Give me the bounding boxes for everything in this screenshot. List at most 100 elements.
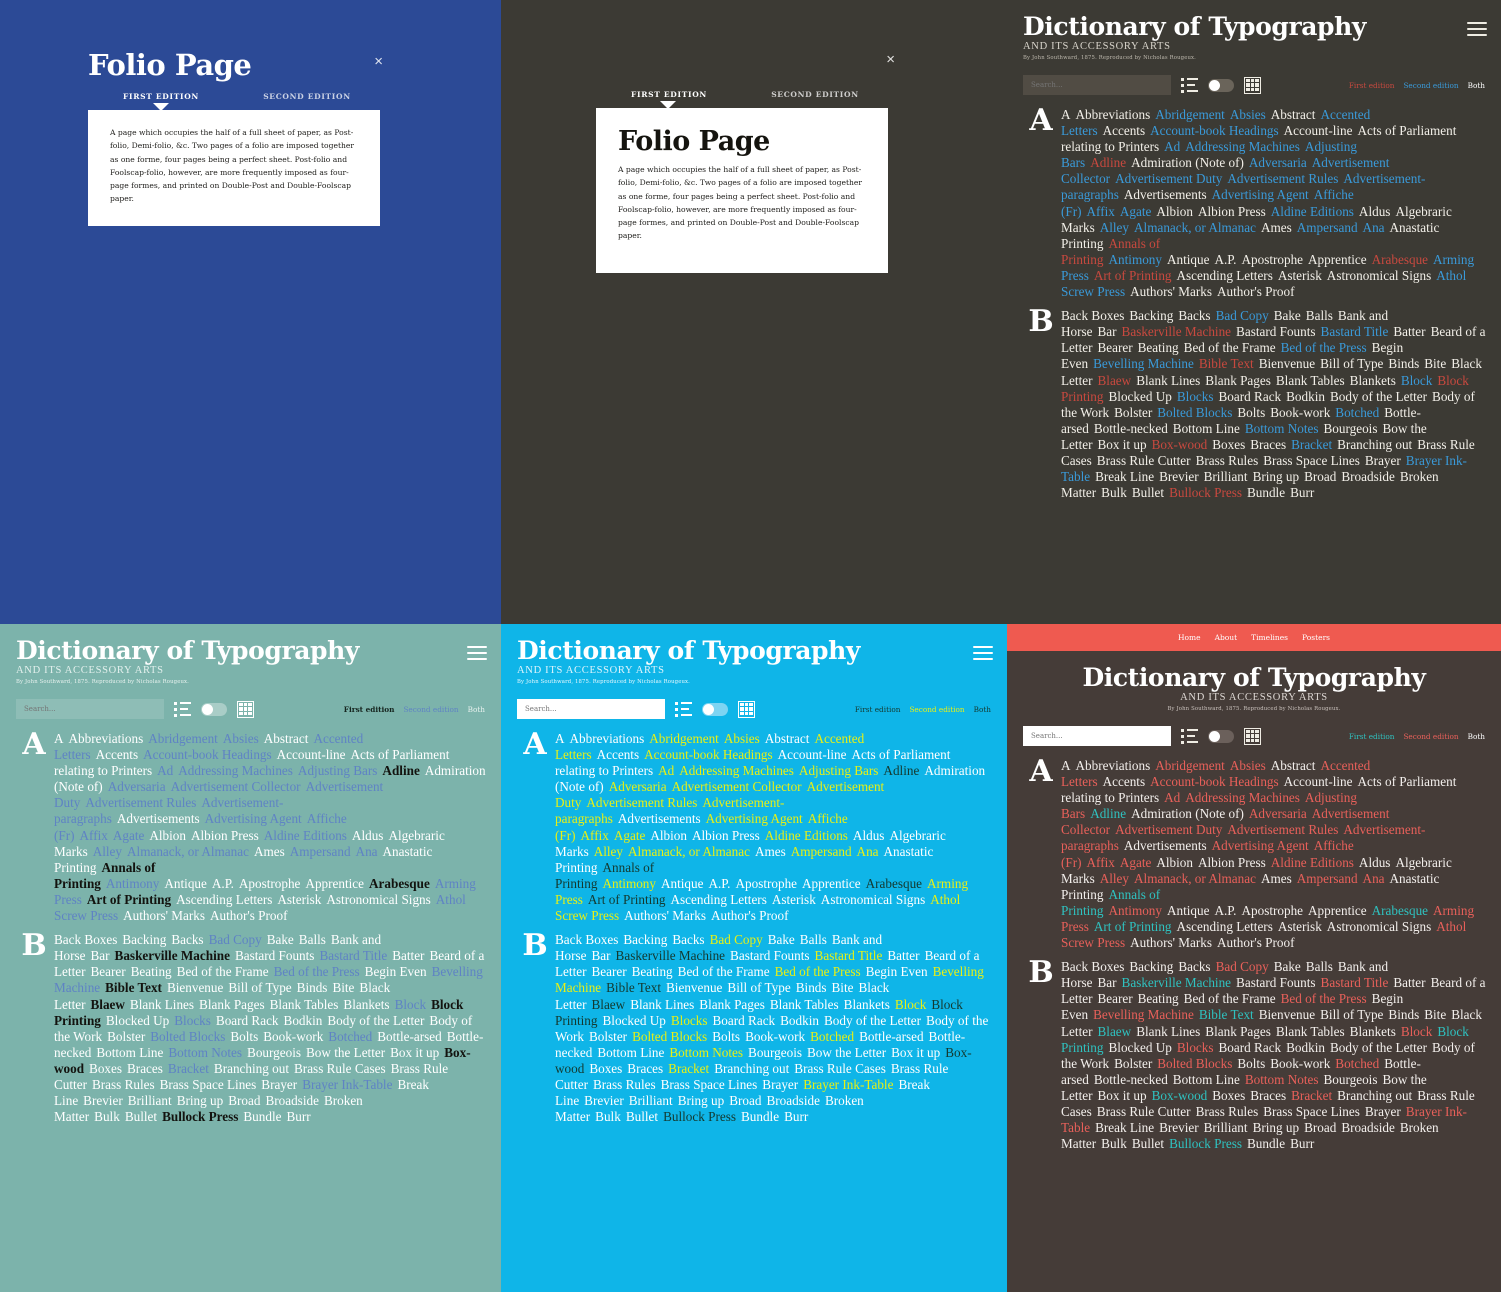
nav-item-timelines[interactable]: Timelines <box>1251 633 1288 642</box>
term-link[interactable]: Account-line <box>1284 774 1353 789</box>
term-link[interactable]: Art of Printing <box>1094 268 1172 283</box>
term-link[interactable]: Body of the Letter <box>327 1013 424 1028</box>
term-link[interactable]: Adversaria <box>1249 806 1307 821</box>
term-link[interactable]: Bundle <box>1247 485 1285 500</box>
term-link[interactable]: Bible Text <box>1199 356 1254 371</box>
term-link[interactable]: Bottle-arsed <box>859 1029 923 1044</box>
term-link[interactable]: Bodkin <box>284 1013 323 1028</box>
term-link[interactable]: Bodkin <box>1286 1040 1325 1055</box>
term-link[interactable]: Bar <box>91 948 110 963</box>
term-link[interactable]: Box it up <box>390 1045 439 1060</box>
term-link[interactable]: Bed of the Press <box>775 964 861 979</box>
term-link[interactable]: Blaew <box>1097 373 1131 388</box>
term-link[interactable]: Box it up <box>891 1045 940 1060</box>
view-toggle-switch[interactable] <box>1208 729 1234 743</box>
term-link[interactable]: Albion Press <box>1198 855 1266 870</box>
term-link[interactable]: Account-book Headings <box>1150 123 1279 138</box>
term-link[interactable]: Bearer <box>90 964 125 979</box>
term-link[interactable]: A <box>1061 107 1071 122</box>
term-link[interactable]: Brevier <box>1159 1120 1199 1135</box>
term-link[interactable]: Bullet <box>1132 1136 1164 1151</box>
term-link[interactable]: Abbreviations <box>69 731 144 746</box>
term-link[interactable]: Blank Lines <box>1136 373 1200 388</box>
term-link[interactable]: Beating <box>131 964 172 979</box>
term-link[interactable]: Affix <box>1087 204 1115 219</box>
term-link[interactable]: Astronomical Signs <box>1327 919 1431 934</box>
hamburger-icon[interactable] <box>467 646 487 664</box>
term-link[interactable]: Bracket <box>1291 437 1332 452</box>
term-link[interactable]: Apostrophe <box>1241 903 1303 918</box>
term-link[interactable]: Blank Tables <box>270 997 339 1012</box>
term-link[interactable]: Advertisements <box>1124 187 1207 202</box>
edition-both[interactable]: Both <box>1468 732 1485 741</box>
edition-second-edition[interactable]: Second edition <box>909 705 964 714</box>
term-link[interactable]: A.P. <box>708 876 730 891</box>
term-link[interactable]: Bible Text <box>606 980 661 995</box>
term-link[interactable]: Blank Lines <box>130 997 194 1012</box>
list-view-icon[interactable] <box>174 701 191 717</box>
term-link[interactable]: Boxes <box>89 1061 122 1076</box>
term-link[interactable]: Bulk <box>1101 485 1127 500</box>
term-link[interactable]: Albion Press <box>1198 204 1266 219</box>
term-link[interactable]: Aldus <box>853 828 885 843</box>
term-link[interactable]: Absies <box>724 731 760 746</box>
term-link[interactable]: Authors' Marks <box>1130 935 1212 950</box>
term-link[interactable]: Bullet <box>1132 485 1164 500</box>
term-link[interactable]: Brevier <box>1159 469 1199 484</box>
term-link[interactable]: Blank Pages <box>1205 1024 1271 1039</box>
term-link[interactable]: Advertisement Duty <box>1115 822 1222 837</box>
term-link[interactable]: Art of Printing <box>1094 919 1172 934</box>
term-link[interactable]: A <box>54 731 64 746</box>
term-link[interactable]: Beating <box>1138 991 1179 1006</box>
term-link[interactable]: Bottom Line <box>1173 421 1240 436</box>
term-link[interactable]: Burr <box>784 1109 808 1124</box>
term-link[interactable]: A <box>555 731 565 746</box>
term-link[interactable]: Adversaria <box>108 779 166 794</box>
term-link[interactable]: Advertisement Collector <box>171 779 301 794</box>
term-link[interactable]: Advertising Agent <box>1212 838 1309 853</box>
term-link[interactable]: Broad <box>1304 1120 1336 1135</box>
term-link[interactable]: Bourgeois <box>1323 421 1377 436</box>
term-link[interactable]: Albion <box>650 828 687 843</box>
close-icon[interactable]: × <box>886 52 895 67</box>
term-link[interactable]: Branching out <box>1337 437 1412 452</box>
term-link[interactable]: Bulk <box>1101 1136 1127 1151</box>
term-link[interactable]: Bolted Blocks <box>1157 1056 1232 1071</box>
term-link[interactable]: Backing <box>122 932 166 947</box>
term-link[interactable]: Bottom Line <box>597 1045 664 1060</box>
term-link[interactable]: Botched <box>1335 405 1379 420</box>
term-link[interactable]: Albion <box>1156 855 1193 870</box>
term-link[interactable]: Bill of Type <box>727 980 790 995</box>
term-link[interactable]: Baskerville Machine <box>616 948 726 963</box>
term-link[interactable]: Brass Space Lines <box>1263 453 1360 468</box>
term-link[interactable]: Bearer <box>1097 340 1132 355</box>
term-link[interactable]: Ampersand <box>290 844 351 859</box>
term-link[interactable]: Bad Copy <box>710 932 763 947</box>
term-link[interactable]: Asterisk <box>1278 268 1322 283</box>
list-view-icon[interactable] <box>1181 77 1198 93</box>
term-link[interactable]: Back Boxes <box>1061 308 1124 323</box>
term-link[interactable]: Brass Rules <box>92 1077 155 1092</box>
term-link[interactable]: Antimony <box>603 876 656 891</box>
term-link[interactable]: Board Rack <box>216 1013 279 1028</box>
term-link[interactable]: Abstract <box>765 731 810 746</box>
term-link[interactable]: Abridgement <box>1155 758 1225 773</box>
term-link[interactable]: Block <box>395 997 427 1012</box>
term-link[interactable]: Book-work <box>1270 405 1330 420</box>
term-link[interactable]: Binds <box>1388 1007 1419 1022</box>
term-link[interactable]: Affix <box>581 828 609 843</box>
edition-both[interactable]: Both <box>974 705 991 714</box>
term-link[interactable]: Bed of the Press <box>1281 991 1367 1006</box>
search-input[interactable] <box>1023 75 1171 95</box>
term-link[interactable]: Advertisement Duty <box>1115 171 1222 186</box>
term-link[interactable]: Block <box>1401 1024 1433 1039</box>
term-link[interactable]: Alley <box>1100 871 1129 886</box>
term-link[interactable]: Bolted Blocks <box>1157 405 1232 420</box>
term-link[interactable]: Bow the Letter <box>807 1045 886 1060</box>
term-link[interactable]: Brayer <box>762 1077 798 1092</box>
term-link[interactable]: Blank Pages <box>1205 373 1271 388</box>
term-link[interactable]: Brayer <box>261 1077 297 1092</box>
term-link[interactable]: Adjusting Bars <box>298 763 378 778</box>
term-link[interactable]: Board Rack <box>713 1013 776 1028</box>
term-link[interactable]: Boxes <box>589 1061 622 1076</box>
